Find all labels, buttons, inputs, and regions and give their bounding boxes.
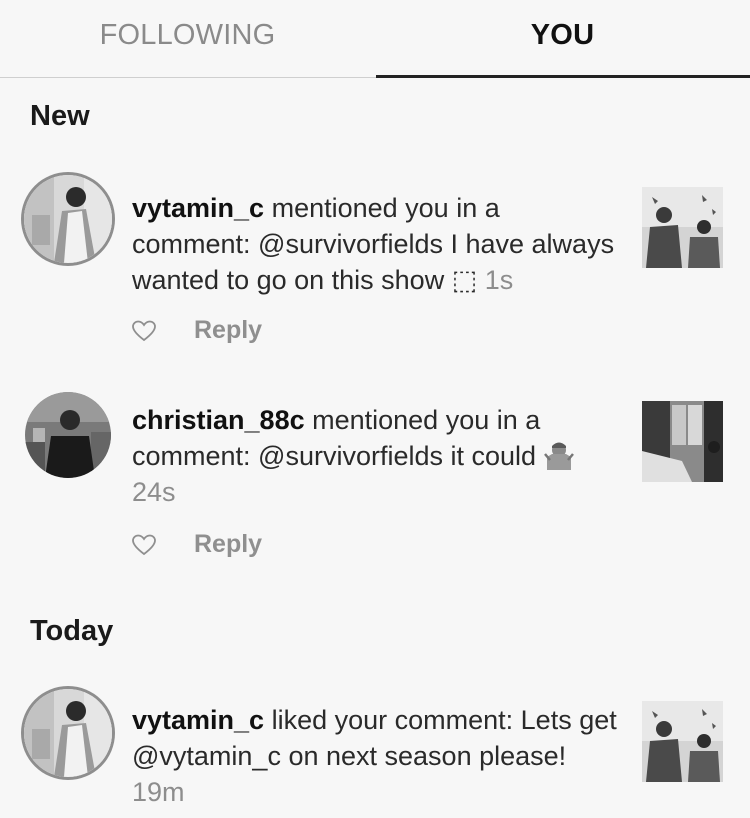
notification-text: christian_88c mentioned you in a comment… [132, 402, 622, 510]
reply-button[interactable]: Reply [194, 530, 262, 559]
avatar[interactable] [24, 175, 112, 263]
post-thumbnail[interactable] [642, 701, 723, 782]
active-tab-indicator [376, 75, 750, 78]
tab-following[interactable]: FOLLOWING [0, 0, 375, 76]
profile-photo-icon [24, 689, 112, 777]
timestamp: 1s [484, 265, 514, 295]
post-thumbnail-icon [642, 701, 723, 782]
tab-you[interactable]: YOU [375, 0, 750, 78]
username-link[interactable]: vytamin_c [132, 193, 264, 223]
section-header-today: Today [30, 615, 114, 647]
username-link[interactable]: vytamin_c [132, 705, 264, 735]
notification-text: vytamin_c mentioned you in a comment: @s… [132, 190, 622, 298]
post-thumbnail[interactable] [642, 401, 723, 482]
timestamp: 24s [132, 477, 176, 507]
reply-button[interactable]: Reply [194, 316, 262, 345]
post-thumbnail-icon [642, 401, 723, 482]
avatar[interactable] [24, 689, 112, 777]
timestamp: 19m [132, 777, 185, 807]
activity-tabs: FOLLOWING YOU [0, 0, 750, 78]
avatar[interactable] [25, 392, 111, 478]
notification-text: vytamin_c liked your comment: Lets get @… [132, 702, 622, 810]
like-heart-icon[interactable] [132, 320, 156, 342]
tab-you-label: YOU [530, 19, 595, 51]
profile-photo-icon [25, 392, 111, 478]
section-header-new: New [30, 100, 90, 132]
man-shrugging-emoji-icon [543, 442, 574, 470]
post-thumbnail[interactable] [642, 187, 723, 268]
post-thumbnail-icon [642, 187, 723, 268]
username-link[interactable]: christian_88c [132, 405, 305, 435]
like-heart-icon[interactable] [132, 534, 156, 556]
profile-photo-icon [24, 175, 112, 263]
